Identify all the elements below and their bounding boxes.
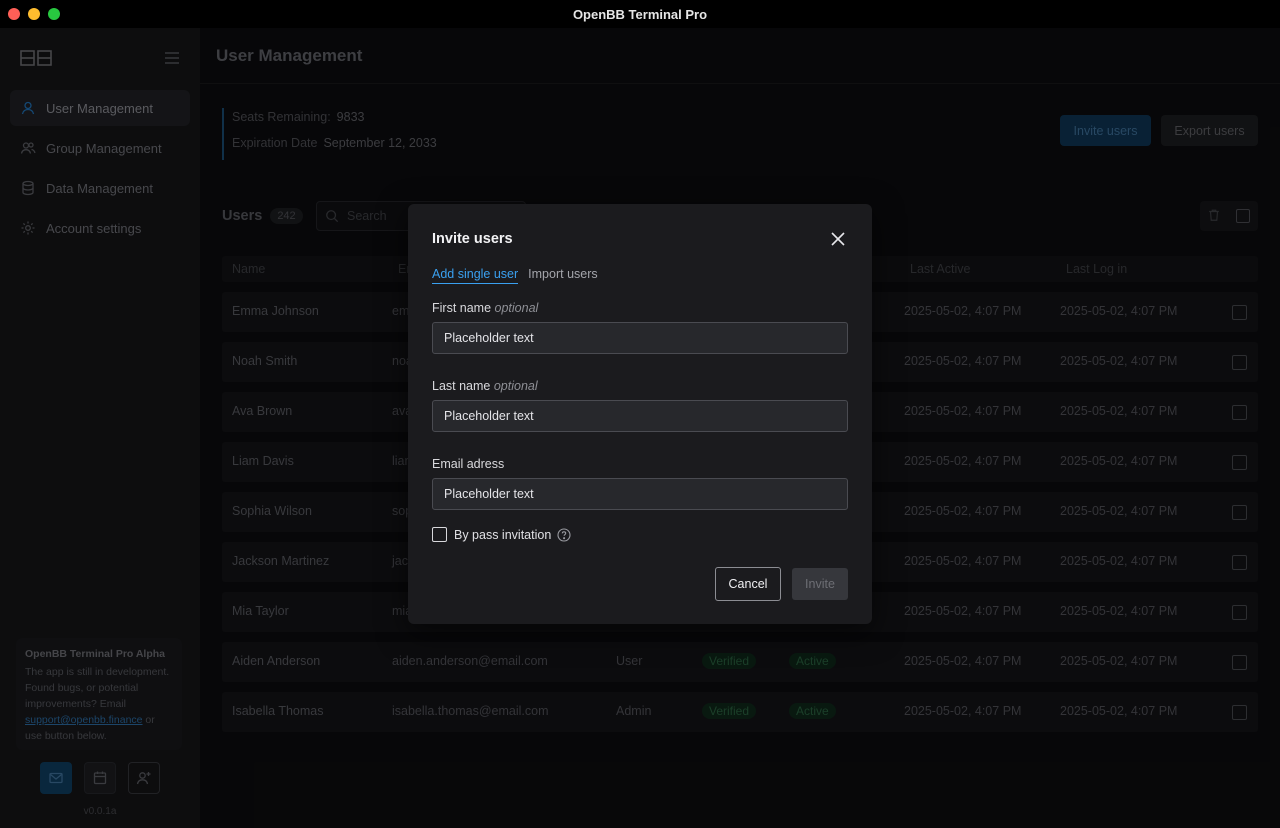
email-field[interactable] [432, 478, 848, 510]
last-name-label: Last name optional [432, 379, 538, 393]
first-name-label: First name optional [432, 301, 538, 315]
optional-hint: optional [494, 301, 539, 315]
help-icon[interactable] [557, 527, 571, 542]
window-title: OpenBB Terminal Pro [572, 6, 708, 22]
last-name-field[interactable] [432, 400, 848, 432]
cancel-button[interactable]: Cancel [715, 567, 781, 601]
email-label: Email adress [432, 457, 505, 471]
close-icon[interactable] [831, 232, 845, 246]
zoom-window-button[interactable] [48, 8, 60, 20]
minimize-window-button[interactable] [28, 8, 40, 20]
first-name-label-text: First name [432, 301, 492, 315]
dialog-tabs: Add single user Import users [432, 267, 598, 284]
tab-import-users[interactable]: Import users [528, 267, 597, 284]
optional-hint: optional [493, 379, 538, 393]
last-name-label-text: Last name [432, 379, 491, 393]
bypass-invitation-label: By pass invitation [454, 527, 552, 542]
invite-button[interactable]: Invite [792, 568, 848, 600]
close-window-button[interactable] [8, 8, 20, 20]
window-controls [8, 8, 60, 20]
tab-add-single-user[interactable]: Add single user [432, 267, 519, 284]
bypass-invitation-option: By pass invitation [432, 527, 571, 542]
invite-users-dialog: Invite users Add single user Import user… [408, 204, 872, 624]
dialog-title: Invite users [432, 231, 513, 247]
first-name-field[interactable] [432, 322, 848, 354]
title-bar: OpenBB Terminal Pro [0, 0, 1280, 28]
bypass-invitation-checkbox[interactable] [432, 527, 447, 542]
